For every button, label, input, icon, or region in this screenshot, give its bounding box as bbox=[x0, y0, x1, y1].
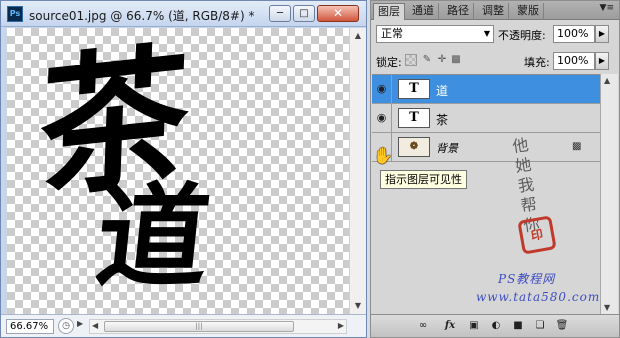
status-menu-arrow-icon[interactable]: ▶ bbox=[77, 319, 83, 328]
opacity-field[interactable]: 100% bbox=[553, 25, 595, 43]
layer-name[interactable]: 茶 bbox=[436, 111, 448, 128]
minimize-icon: ─ bbox=[276, 8, 284, 19]
lock-move-icon[interactable]: ✛ bbox=[436, 54, 448, 66]
chevron-down-icon: ▼ bbox=[483, 29, 490, 38]
layer-row-dao[interactable]: ◉ T 道 bbox=[372, 75, 600, 104]
fx-icon[interactable]: fx bbox=[443, 319, 457, 333]
lock-all-icon[interactable]: ▩ bbox=[450, 54, 462, 66]
watermark-line-1: PS教程网 bbox=[498, 272, 556, 286]
text-layer-thumb: T bbox=[398, 108, 430, 128]
tab-channels[interactable]: 通道 bbox=[408, 3, 439, 20]
layer-row-background[interactable]: ❁ 背景 ▩ bbox=[372, 133, 600, 162]
document-window: Ps source01.jpg @ 66.7% (道, RGB/8#) * ─ … bbox=[0, 0, 367, 338]
panel-menu-icon[interactable]: ▼≡ bbox=[600, 3, 614, 13]
lock-label: 锁定: bbox=[376, 56, 402, 69]
document-title: source01.jpg @ 66.7% (道, RGB/8#) * bbox=[29, 9, 255, 23]
horizontal-scroll-thumb[interactable]: ||| bbox=[104, 321, 294, 332]
tab-layers[interactable]: 图层 bbox=[373, 3, 405, 20]
lock-icon: ▩ bbox=[572, 141, 582, 152]
fill-slider-button[interactable]: ▶ bbox=[595, 52, 609, 70]
hand-cursor-icon: ✋ bbox=[373, 146, 393, 165]
scroll-right-arrow-icon[interactable]: ▶ bbox=[338, 321, 344, 330]
vertical-scrollbar[interactable]: ▲ ▼ bbox=[349, 28, 366, 314]
document-canvas[interactable]: 茶 道 bbox=[7, 28, 349, 314]
opacity-slider-button[interactable]: ▶ bbox=[595, 25, 609, 43]
layer-name[interactable]: 背景 bbox=[436, 140, 458, 156]
document-titlebar[interactable]: Ps source01.jpg @ 66.7% (道, RGB/8#) * ─ … bbox=[1, 1, 366, 27]
fill-field[interactable]: 100% bbox=[553, 52, 595, 70]
close-button[interactable]: ✕ bbox=[317, 5, 359, 22]
horizontal-scrollbar[interactable]: ◀ ||| ▶ bbox=[89, 319, 347, 334]
background-thumb: ❁ bbox=[398, 137, 430, 157]
tab-masks[interactable]: 蒙版 bbox=[513, 3, 544, 20]
layers-list: ◉ T 道 ◉ T 茶 ❁ 背景 ▩ bbox=[372, 74, 600, 314]
watermark-seal: 印 bbox=[517, 215, 557, 255]
blend-mode-select[interactable]: 正常 ▼ bbox=[376, 25, 494, 43]
blend-mode-value: 正常 bbox=[381, 27, 403, 40]
new-layer-icon[interactable]: ❏ bbox=[533, 319, 547, 333]
canvas-text-dao: 道 bbox=[90, 172, 216, 303]
status-info-icon[interactable]: ◷ bbox=[58, 318, 74, 334]
layers-scrollbar[interactable]: ▲ ▼ bbox=[600, 74, 618, 314]
lock-transparent-icon[interactable] bbox=[405, 54, 417, 66]
eye-icon[interactable]: ◉ bbox=[372, 75, 392, 103]
maximize-icon: □ bbox=[299, 8, 309, 19]
tab-paths[interactable]: 路径 bbox=[443, 3, 474, 20]
mask-icon[interactable]: ▣ bbox=[467, 319, 481, 333]
panel-tab-bar: 图层 通道 路径 调整 蒙版 ▼≡ bbox=[371, 1, 619, 20]
layers-panel-footer: ∞ fx ▣ ◐ ■ ❏ 🗑 bbox=[371, 314, 619, 337]
scroll-left-arrow-icon[interactable]: ◀ bbox=[92, 321, 98, 330]
adjustment-icon[interactable]: ◐ bbox=[489, 319, 503, 333]
scroll-down-arrow-icon[interactable]: ▼ bbox=[604, 303, 610, 312]
layer-row-cha[interactable]: ◉ T 茶 bbox=[372, 104, 600, 133]
eye-icon[interactable]: ◉ bbox=[372, 104, 392, 132]
document-statusbar: 66.67% ◷ ▶ ◀ ||| ▶ bbox=[1, 314, 366, 337]
zoom-field[interactable]: 66.67% bbox=[6, 319, 54, 334]
scroll-up-arrow-icon[interactable]: ▲ bbox=[350, 28, 366, 44]
maximize-button[interactable]: □ bbox=[293, 5, 315, 22]
close-icon: ✕ bbox=[332, 6, 344, 20]
layer-name[interactable]: 道 bbox=[436, 82, 448, 99]
layers-panel: 图层 通道 路径 调整 蒙版 ▼≡ 正常 ▼ 不透明度: 100% ▶ 锁定: … bbox=[370, 0, 620, 338]
delete-icon[interactable]: 🗑 bbox=[555, 319, 569, 333]
fill-label: 填充: bbox=[524, 56, 550, 69]
group-icon[interactable]: ■ bbox=[511, 319, 525, 333]
scroll-down-arrow-icon[interactable]: ▼ bbox=[350, 298, 366, 314]
ps-app-icon: Ps bbox=[7, 6, 23, 22]
opacity-label: 不透明度: bbox=[498, 29, 546, 42]
tab-adjustments[interactable]: 调整 bbox=[478, 3, 509, 20]
watermark-line-2: www.tata580.com bbox=[476, 290, 601, 304]
tooltip: 指示图层可见性 bbox=[380, 170, 467, 189]
link-icon[interactable]: ∞ bbox=[416, 319, 430, 333]
scroll-up-arrow-icon[interactable]: ▲ bbox=[604, 76, 610, 85]
lock-brush-icon[interactable]: ✎ bbox=[421, 54, 433, 66]
text-layer-thumb: T bbox=[398, 79, 430, 99]
minimize-button[interactable]: ─ bbox=[269, 5, 291, 22]
